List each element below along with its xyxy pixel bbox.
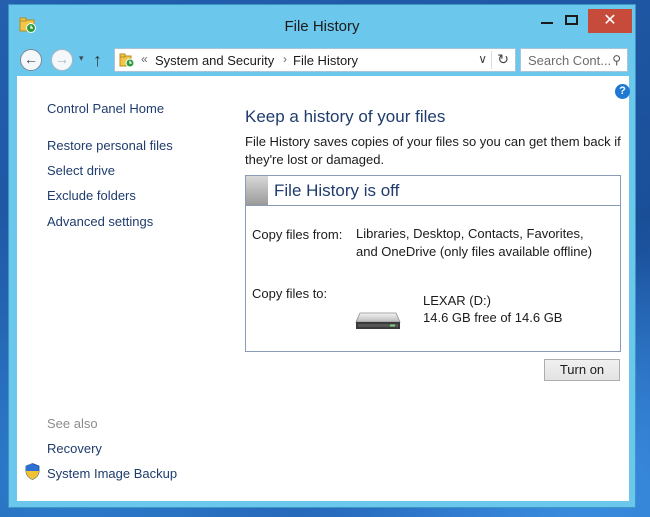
see-also-system-image-backup-link[interactable]: System Image Backup <box>47 466 177 481</box>
search-placeholder: Search Cont... <box>528 53 612 68</box>
breadcrumb-item[interactable]: File History <box>293 53 358 68</box>
chevron-down-icon[interactable]: ∨ <box>478 52 487 66</box>
up-button[interactable]: ↑ <box>93 49 102 71</box>
close-button[interactable]: ✕ <box>588 9 632 33</box>
copy-from-label: Copy files from: <box>252 227 343 242</box>
status-title: File History is off <box>274 181 400 200</box>
address-bar: ← → ▾ ↑ « System and Security › File His… <box>17 45 629 75</box>
drive-free-space: 14.6 GB free of 14.6 GB <box>423 310 563 325</box>
sidebar-link-restore[interactable]: Restore personal files <box>47 138 173 153</box>
control-panel-home-link[interactable]: Control Panel Home <box>47 101 164 116</box>
breadcrumb-separator[interactable]: › <box>283 52 287 66</box>
status-panel: File History is off Copy files from: Lib… <box>245 175 621 352</box>
refresh-icon[interactable]: ↻ <box>497 51 509 68</box>
removable-drive-icon <box>355 312 401 329</box>
drive-name: LEXAR (D:) <box>423 293 491 308</box>
turn-on-button[interactable]: Turn on <box>544 359 620 381</box>
help-icon[interactable]: ? <box>615 84 630 99</box>
copy-to-label: Copy files to: <box>252 286 328 301</box>
see-also-label: See also <box>47 416 98 431</box>
search-input[interactable]: Search Cont... ⚲ <box>520 48 628 72</box>
content-area: ? Control Panel Home Restore personal fi… <box>17 76 630 501</box>
title-bar[interactable]: File History ✕ <box>9 5 635 45</box>
status-header: File History is off <box>246 176 620 206</box>
back-button[interactable]: ← <box>20 49 42 71</box>
copy-from-value: Libraries, Desktop, Contacts, Favorites,… <box>356 226 593 259</box>
page-description: File History saves copies of your files … <box>245 134 621 167</box>
see-also-recovery-link[interactable]: Recovery <box>47 441 102 456</box>
file-history-window: File History ✕ ← → ▾ ↑ « System and Secu… <box>8 4 636 508</box>
sidebar-link-select-drive[interactable]: Select drive <box>47 163 115 178</box>
recent-locations-button[interactable]: ▾ <box>79 53 84 64</box>
minimize-button[interactable] <box>535 9 559 33</box>
file-history-icon <box>119 53 135 68</box>
breadcrumb-item[interactable]: System and Security <box>155 53 274 68</box>
address-box[interactable]: « System and Security › File History ∨ ↻ <box>114 48 516 72</box>
sidebar-link-exclude[interactable]: Exclude folders <box>47 188 136 203</box>
sidebar-link-advanced[interactable]: Advanced settings <box>47 214 153 229</box>
uac-shield-icon <box>25 463 40 480</box>
maximize-button[interactable] <box>560 9 584 33</box>
divider <box>491 51 492 69</box>
page-title: Keep a history of your files <box>245 107 446 126</box>
search-icon[interactable]: ⚲ <box>612 53 621 67</box>
forward-button[interactable]: → <box>51 49 73 71</box>
status-indicator <box>246 176 268 205</box>
breadcrumb-overflow[interactable]: « <box>141 52 148 66</box>
